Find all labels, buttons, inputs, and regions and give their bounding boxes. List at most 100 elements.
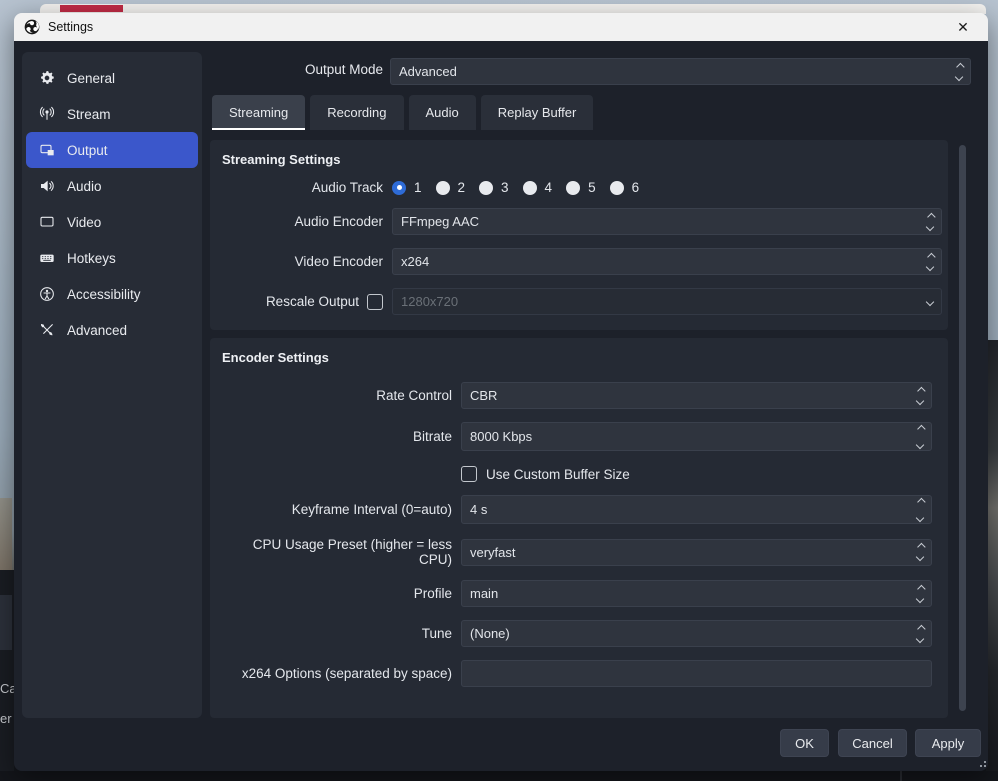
sidebar-item-output[interactable]: Output <box>26 132 198 168</box>
chevron-updown-icon[interactable] <box>923 249 937 274</box>
background-bottom-divider <box>900 771 902 781</box>
close-icon[interactable]: ✕ <box>948 15 978 39</box>
tune-label: Tune <box>422 626 452 641</box>
rescale-output-select[interactable]: 1280x720 <box>392 288 942 315</box>
video-encoder-row: Video Encoder x264 <box>222 248 942 275</box>
output-mode-label: Output Mode <box>283 62 383 77</box>
tab-bar: Streaming Recording Audio Replay Buffer <box>212 95 593 130</box>
video-encoder-select[interactable]: x264 <box>392 248 942 275</box>
radio-label: 5 <box>588 180 596 195</box>
rescale-output-row: Rescale Output 1280x720 <box>222 288 942 315</box>
keyframe-interval-value: 4 s <box>470 502 487 517</box>
sidebar: General Stream Output Audio <box>22 52 202 718</box>
audio-track-row: Audio Track 1 2 3 4 5 6 <box>222 180 942 195</box>
audio-track-option-5[interactable]: 5 <box>566 180 596 195</box>
tune-row: Tune (None) <box>222 620 932 647</box>
use-custom-buffer-size-checkbox[interactable] <box>461 466 477 482</box>
tab-audio[interactable]: Audio <box>409 95 476 130</box>
panel-title: Encoder Settings <box>210 338 948 365</box>
chevron-updown-icon[interactable] <box>913 581 927 606</box>
audio-track-option-2[interactable]: 2 <box>436 180 466 195</box>
apply-button[interactable]: Apply <box>915 729 981 757</box>
audio-track-option-4[interactable]: 4 <box>523 180 553 195</box>
sidebar-item-stream[interactable]: Stream <box>26 96 198 132</box>
vertical-scrollbar[interactable] <box>958 141 967 717</box>
audio-encoder-label: Audio Encoder <box>294 214 383 229</box>
audio-track-option-6[interactable]: 6 <box>610 180 640 195</box>
background-left-panel <box>0 595 12 650</box>
x264-options-input[interactable] <box>461 660 932 687</box>
radio-label: 6 <box>632 180 640 195</box>
sidebar-item-video[interactable]: Video <box>26 204 198 240</box>
bitrate-label: Bitrate <box>413 429 452 444</box>
sidebar-item-advanced[interactable]: Advanced <box>26 312 198 348</box>
spinner-arrows-icon[interactable] <box>913 496 927 523</box>
sidebar-item-hotkeys[interactable]: Hotkeys <box>26 240 198 276</box>
titlebar[interactable]: Settings ✕ <box>14 13 988 41</box>
sidebar-item-label: Video <box>67 215 101 230</box>
use-custom-buffer-size-row[interactable]: Use Custom Buffer Size <box>461 466 948 482</box>
chevron-updown-icon[interactable] <box>913 621 927 646</box>
radio-icon[interactable] <box>479 181 493 195</box>
sidebar-item-audio[interactable]: Audio <box>26 168 198 204</box>
sidebar-item-accessibility[interactable]: Accessibility <box>26 276 198 312</box>
rescale-output-label: Rescale Output <box>266 294 359 309</box>
cancel-button[interactable]: Cancel <box>838 729 907 757</box>
panel-title: Streaming Settings <box>210 140 948 167</box>
radio-icon[interactable] <box>566 181 580 195</box>
tab-recording[interactable]: Recording <box>310 95 403 130</box>
radio-selected-icon[interactable] <box>392 181 406 195</box>
radio-label: 2 <box>458 180 466 195</box>
bitrate-spinner[interactable]: 8000 Kbps <box>461 422 932 451</box>
chevron-updown-icon[interactable] <box>952 59 966 84</box>
audio-encoder-row: Audio Encoder FFmpeg AAC <box>222 208 942 235</box>
chevron-updown-icon[interactable] <box>923 209 937 234</box>
encoder-settings-panel: Encoder Settings Rate Control CBR Bitrat… <box>210 338 948 718</box>
radio-icon[interactable] <box>523 181 537 195</box>
profile-row: Profile main <box>222 580 932 607</box>
monitor-icon <box>38 213 56 231</box>
rate-control-label: Rate Control <box>376 388 452 403</box>
accessibility-icon <box>38 285 56 303</box>
ok-button[interactable]: OK <box>780 729 829 757</box>
tab-label: Streaming <box>229 105 288 120</box>
x264-options-row: x264 Options (separated by space) <box>222 660 932 687</box>
use-custom-buffer-size-label: Use Custom Buffer Size <box>486 467 630 482</box>
rate-control-select[interactable]: CBR <box>461 382 932 409</box>
audio-track-option-1[interactable]: 1 <box>392 180 422 195</box>
sidebar-item-label: Stream <box>67 107 111 122</box>
rescale-output-value: 1280x720 <box>401 294 458 309</box>
rate-control-row: Rate Control CBR <box>222 382 932 409</box>
video-encoder-label: Video Encoder <box>295 254 383 269</box>
chevron-down-icon[interactable] <box>923 289 937 314</box>
audio-encoder-select[interactable]: FFmpeg AAC <box>392 208 942 235</box>
tab-streaming[interactable]: Streaming <box>212 95 305 130</box>
radio-icon[interactable] <box>610 181 624 195</box>
speaker-icon <box>38 177 56 195</box>
chevron-updown-icon[interactable] <box>913 383 927 408</box>
video-encoder-value: x264 <box>401 254 429 269</box>
output-icon <box>38 141 56 159</box>
tab-label: Recording <box>327 105 386 120</box>
x264-options-label: x264 Options (separated by space) <box>242 666 452 681</box>
radio-icon[interactable] <box>436 181 450 195</box>
bitrate-value: 8000 Kbps <box>470 429 532 444</box>
tab-replay-buffer[interactable]: Replay Buffer <box>481 95 594 130</box>
tune-value: (None) <box>470 626 510 641</box>
scrollbar-thumb[interactable] <box>959 145 966 711</box>
rescale-output-checkbox[interactable] <box>367 294 383 310</box>
output-mode-select[interactable]: Advanced <box>390 58 971 85</box>
tune-select[interactable]: (None) <box>461 620 932 647</box>
resize-grip[interactable] <box>978 759 986 767</box>
profile-select[interactable]: main <box>461 580 932 607</box>
audio-track-option-3[interactable]: 3 <box>479 180 509 195</box>
spinner-arrows-icon[interactable] <box>913 423 927 450</box>
sidebar-item-label: Hotkeys <box>67 251 116 266</box>
keyframe-interval-spinner[interactable]: 4 s <box>461 495 932 524</box>
sidebar-item-general[interactable]: General <box>26 60 198 96</box>
radio-label: 1 <box>414 180 422 195</box>
sidebar-item-label: Output <box>67 143 108 158</box>
chevron-updown-icon[interactable] <box>913 540 927 565</box>
cpu-usage-preset-select[interactable]: veryfast <box>461 539 932 566</box>
audio-encoder-value: FFmpeg AAC <box>401 214 479 229</box>
